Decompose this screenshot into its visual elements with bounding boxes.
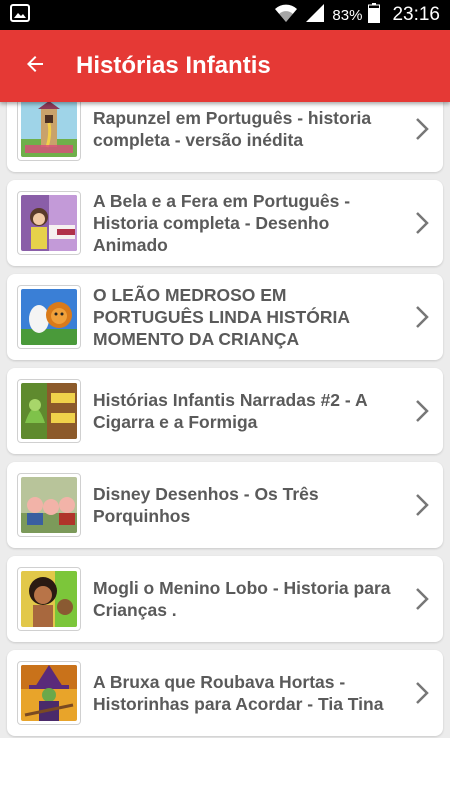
witch-thumbnail bbox=[17, 661, 81, 725]
chevron-right-icon[interactable] bbox=[407, 391, 437, 431]
signal-icon bbox=[304, 3, 326, 27]
beauty-beast-thumbnail bbox=[17, 191, 81, 255]
chevron-right-icon[interactable] bbox=[407, 203, 437, 243]
battery-icon bbox=[368, 3, 381, 27]
three-pigs-thumbnail bbox=[17, 473, 81, 537]
cicada-ant-thumbnail bbox=[17, 379, 81, 443]
list-item[interactable]: Histórias Infantis Narradas #2 - A Cigar… bbox=[7, 368, 443, 454]
arrow-left-icon bbox=[23, 52, 47, 81]
video-list-container[interactable]: Rapunzel em Português - historia complet… bbox=[0, 102, 450, 738]
page-title: Histórias Infantis bbox=[76, 52, 271, 79]
list-item[interactable]: O LEÃO MEDROSO EM PORTUGUÊS LINDA HISTÓR… bbox=[7, 274, 443, 360]
clock: 23:16 bbox=[392, 4, 440, 25]
chevron-right-icon[interactable] bbox=[407, 297, 437, 337]
status-bar: 83% 23:16 bbox=[0, 0, 450, 30]
wifi-icon bbox=[274, 3, 298, 27]
image-icon bbox=[10, 3, 30, 27]
video-title: A Bela e a Fera em Português - Historia … bbox=[93, 191, 351, 255]
list-item[interactable]: Rapunzel em Português - historia complet… bbox=[7, 102, 443, 172]
list-item[interactable]: A Bela e a Fera em Português - Historia … bbox=[7, 180, 443, 266]
chevron-right-icon[interactable] bbox=[407, 109, 437, 149]
list-item[interactable]: A Bruxa que Roubava Hortas - Historinhas… bbox=[7, 650, 443, 736]
chevron-right-icon[interactable] bbox=[407, 579, 437, 619]
video-title: A Bruxa que Roubava Hortas - Historinhas… bbox=[93, 672, 384, 714]
video-title: O LEÃO MEDROSO EM PORTUGUÊS LINDA HISTÓR… bbox=[93, 285, 350, 349]
mowgli-thumbnail bbox=[17, 567, 81, 631]
back-button[interactable] bbox=[0, 30, 70, 102]
battery-percent: 83% bbox=[332, 6, 363, 24]
chevron-right-icon[interactable] bbox=[407, 673, 437, 713]
video-title: Mogli o Menino Lobo - Historia para Cria… bbox=[93, 578, 391, 620]
chevron-right-icon[interactable] bbox=[407, 485, 437, 525]
video-title: Disney Desenhos - Os Três Porquinhos bbox=[93, 484, 319, 526]
bottom-area bbox=[0, 738, 450, 800]
list-item[interactable]: Mogli o Menino Lobo - Historia para Cria… bbox=[7, 556, 443, 642]
video-title: Rapunzel em Português - historia complet… bbox=[93, 108, 372, 150]
video-title: Histórias Infantis Narradas #2 - A Cigar… bbox=[93, 390, 367, 432]
list-item[interactable]: Disney Desenhos - Os Três Porquinhos bbox=[7, 462, 443, 548]
lion-unicorn-thumbnail bbox=[17, 285, 81, 349]
app-bar: Histórias Infantis bbox=[0, 30, 450, 102]
rapunzel-tower-thumbnail bbox=[17, 102, 81, 161]
